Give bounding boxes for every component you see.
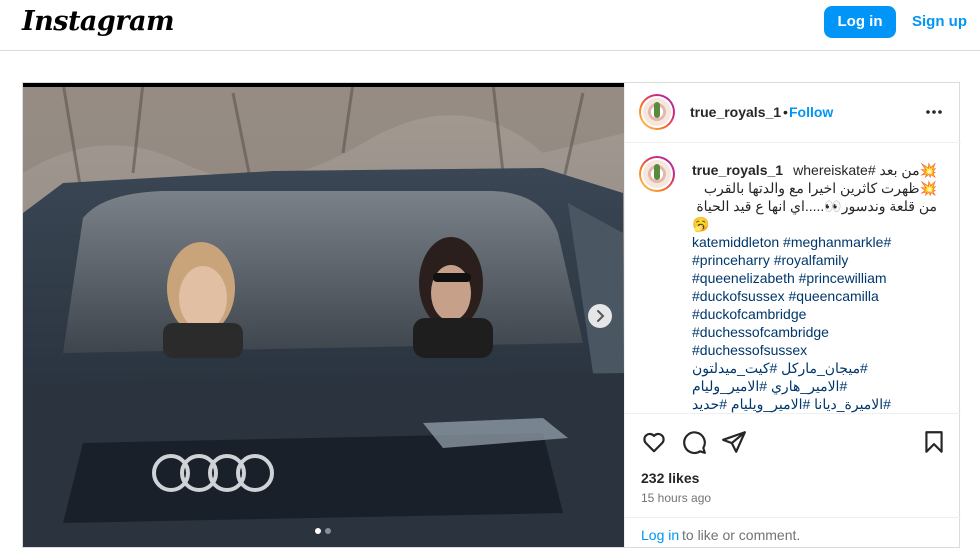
caption-line-3: من قلعة وندسور👀.....اي انها ع قيد الحياة [696,198,937,214]
chevron-right-icon [597,310,605,322]
follow-button[interactable]: Follow [789,104,833,120]
post-actions: 232 likes 15 hours ago Log in to like or… [625,413,961,547]
likes-count[interactable]: 232 likes [641,470,699,486]
caption-line-2: 💥ظهرت كاثرين اخيرا مع والدتها بالقرب [703,180,937,196]
carousel-dot-active [315,528,321,534]
hashtag-line[interactable]: #duckofcambridge [692,305,937,323]
next-slide-button[interactable] [588,304,612,328]
post-timestamp[interactable]: 15 hours ago [641,491,711,505]
share-icon[interactable] [721,429,747,455]
bookmark-icon[interactable] [921,429,947,455]
hashtag-line[interactable]: #duchessofsussex [692,341,937,359]
caption-first-line: true_royals_1 💥من بعد #whereiskate [692,161,937,179]
hashtag-line[interactable]: #queenelizabeth #princewilliam [692,269,937,287]
comment-login-bar: Log in to like or comment. [625,517,961,548]
heart-icon[interactable] [641,429,667,455]
comment-login-text: to like or comment. [682,527,801,543]
login-button[interactable]: Log in [824,6,896,38]
author-avatar[interactable] [639,94,675,130]
arabic-hashtag-line[interactable]: #الامير_هاري #الامير_وليام [692,377,937,395]
caption-line-1: 💥من بعد #whereiskate [793,162,937,178]
instagram-logo[interactable]: Instagram [22,6,175,37]
post-card: true_royals_1 • Follow true_royals_1 💥من… [22,82,961,548]
signup-link[interactable]: Sign up [912,13,967,30]
car-photo-illustration [23,83,624,547]
caption-avatar[interactable] [639,156,675,192]
hashtag-line[interactable]: #princeharry #royalfamily [692,251,937,269]
hashtag-line[interactable]: #duchessofcambridge [692,323,937,341]
caption-line-4: 🥱 [692,216,710,232]
hashtag-line[interactable]: #duckofsussex #queencamilla [692,287,937,305]
hashtag-line[interactable]: katemiddleton #meghanmarkle# [692,233,937,251]
caption-area: true_royals_1 💥من بعد #whereiskate 💥ظهرت… [625,144,961,413]
top-navigation-bar: Instagram Log in Sign up [0,0,980,51]
carousel-indicator [315,528,331,534]
post-sidebar: true_royals_1 • Follow true_royals_1 💥من… [624,83,961,547]
caption-text: true_royals_1 💥من بعد #whereiskate 💥ظهرت… [692,161,937,413]
carousel-dot [325,528,331,534]
separator-dot: • [783,104,788,120]
caption-username[interactable]: true_royals_1 [692,161,783,179]
arabic-hashtag-line[interactable]: #الاميرة_ديانا #الامير_ويليام #حديد [692,395,937,413]
post-photo[interactable] [23,83,624,547]
post-header: true_royals_1 • Follow [625,83,961,143]
arabic-hashtag-line[interactable]: #ميجان_ماركل #كيت_ميدلتون [692,359,937,377]
author-username[interactable]: true_royals_1 [690,104,781,120]
comment-icon[interactable] [681,429,707,455]
comment-login-link[interactable]: Log in [641,527,679,543]
more-horizontal-icon[interactable] [925,103,943,121]
